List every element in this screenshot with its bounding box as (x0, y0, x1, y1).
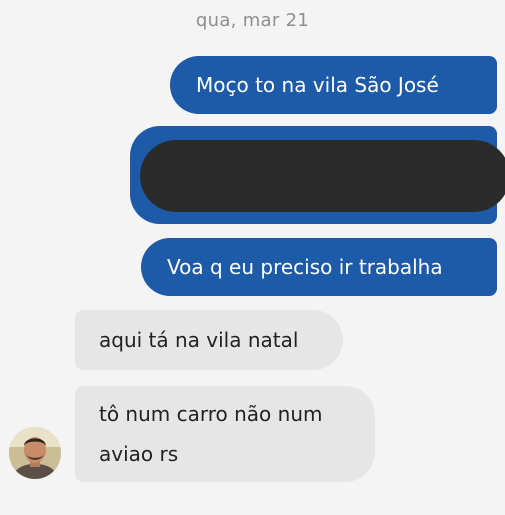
sent-message-bubble[interactable]: Moço to na vila São José (170, 56, 497, 114)
contact-avatar[interactable] (9, 427, 61, 479)
sent-message-bubble[interactable]: Voa q eu preciso ir trabalha (141, 238, 497, 296)
avatar-photo-icon (9, 427, 61, 479)
date-separator: qua, mar 21 (195, 10, 310, 31)
received-message-bubble[interactable]: aqui tá na vila natal (75, 310, 343, 370)
redaction-overlay (140, 140, 505, 212)
received-message-bubble[interactable]: tô num carro não num aviao rs (75, 386, 375, 482)
sent-message-bubble-redacted[interactable] (130, 126, 505, 224)
